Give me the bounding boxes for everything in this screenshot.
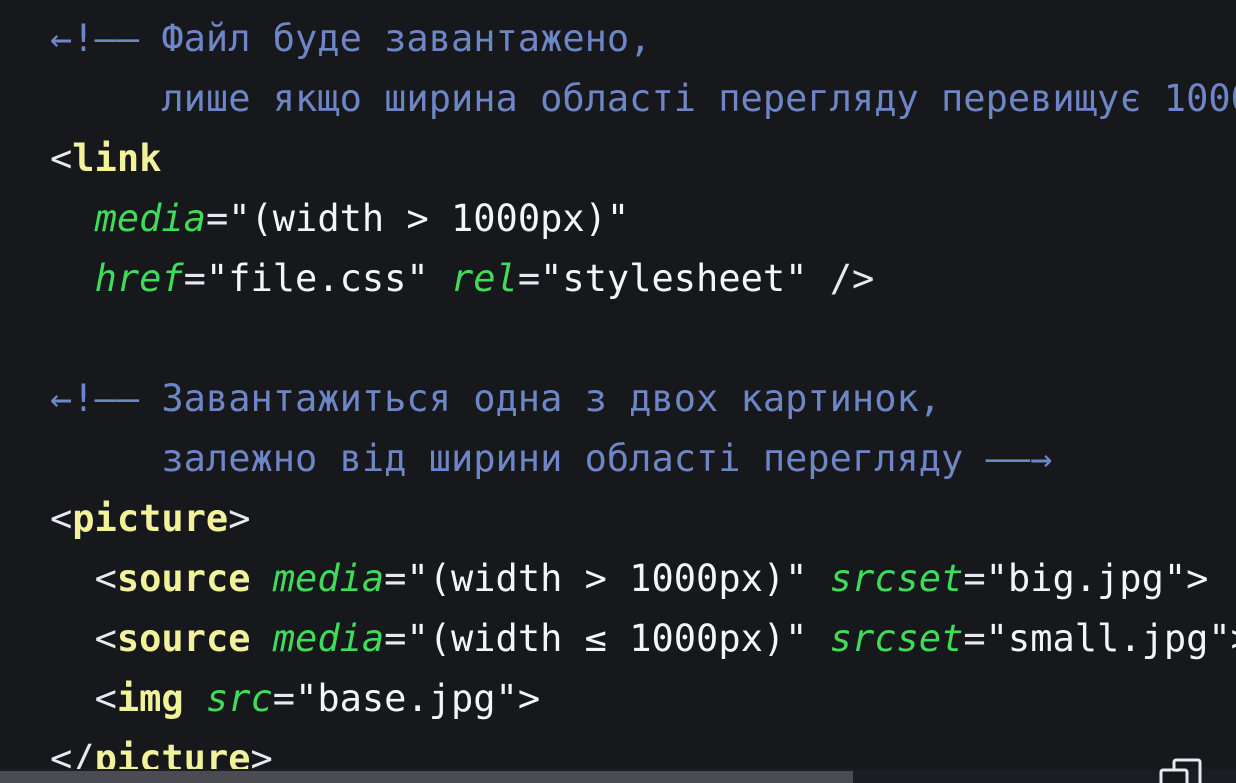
code-token: "(width ≤ 1000px)": [406, 617, 830, 660]
horizontal-scrollbar[interactable]: [0, 769, 1236, 783]
code-token: "base.jpg">: [295, 677, 541, 720]
code-line: href="file.css" rel="stylesheet" />: [50, 249, 1236, 309]
code-token: src: [205, 677, 273, 720]
code-token: =: [205, 197, 229, 240]
code-token: "(width > 1000px)": [228, 197, 630, 240]
code-token: srcset: [829, 617, 964, 660]
code-token: "stylesheet": [540, 257, 830, 300]
scrollbar-thumb[interactable]: [0, 771, 853, 783]
code-token: "small.jpg">: [985, 617, 1236, 660]
code-token: <: [94, 557, 117, 600]
code-line: <source media="(width ≤ 1000px)" srcset=…: [50, 609, 1236, 669]
code-token: <: [50, 497, 73, 540]
code-token: "file.css": [205, 257, 451, 300]
code-line: залежно від ширини області перегляду ——→: [50, 429, 1236, 489]
code-token: media: [272, 617, 385, 660]
code-token: "big.jpg">: [985, 557, 1209, 600]
code-token: =: [272, 677, 296, 720]
code-line: <img src="base.jpg">: [50, 669, 1236, 729]
code-token: <: [94, 617, 117, 660]
code-token: link: [72, 137, 162, 180]
code-token: залежно від ширини області перегляду ——→: [50, 437, 1053, 480]
code-token: media: [272, 557, 385, 600]
code-line: <link: [50, 129, 1236, 189]
code-line: <picture>: [50, 489, 1236, 549]
code-line: лише якщо ширина області перегляду перев…: [50, 69, 1236, 129]
code-listing: ←!—— Файл буде завантажено, лише якщо ши…: [50, 9, 1236, 783]
code-line: ←!—— Завантажиться одна з двох картинок,: [50, 369, 1236, 429]
code-block: ←!—— Файл буде завантажено, лише якщо ши…: [0, 0, 1236, 783]
code-token: source: [116, 557, 273, 600]
code-line: media="(width > 1000px)": [50, 189, 1236, 249]
code-token: picture: [72, 497, 229, 540]
code-token: "(width > 1000px)": [406, 557, 830, 600]
copy-button[interactable]: [1158, 757, 1206, 783]
code-token: лише якщо ширина області перегляду перев…: [161, 77, 1236, 120]
code-token: rel: [451, 257, 518, 300]
code-token: =: [384, 557, 407, 600]
code-token: <: [94, 677, 117, 720]
code-line: <source media="(width > 1000px)" srcset=…: [50, 549, 1236, 609]
copy-icon: [1159, 758, 1202, 783]
code-line: ←!—— Файл буде завантажено,: [50, 9, 1236, 69]
code-token: <: [50, 137, 73, 180]
code-token: href: [94, 257, 184, 300]
code-token: =: [963, 617, 986, 660]
code-token: source: [116, 617, 273, 660]
code-token: srcset: [829, 557, 964, 600]
code-token: ←!—— Файл буде завантажено,: [50, 17, 652, 60]
code-token: =: [183, 257, 206, 300]
code-token: =: [517, 257, 541, 300]
code-token: />: [829, 257, 875, 300]
code-token: >: [228, 497, 251, 540]
code-token: media: [94, 197, 206, 240]
code-token: =: [384, 617, 407, 660]
code-token: img: [116, 677, 206, 720]
code-token: ←!—— Завантажиться одна з двох картинок,: [50, 377, 942, 420]
code-token: =: [963, 557, 986, 600]
